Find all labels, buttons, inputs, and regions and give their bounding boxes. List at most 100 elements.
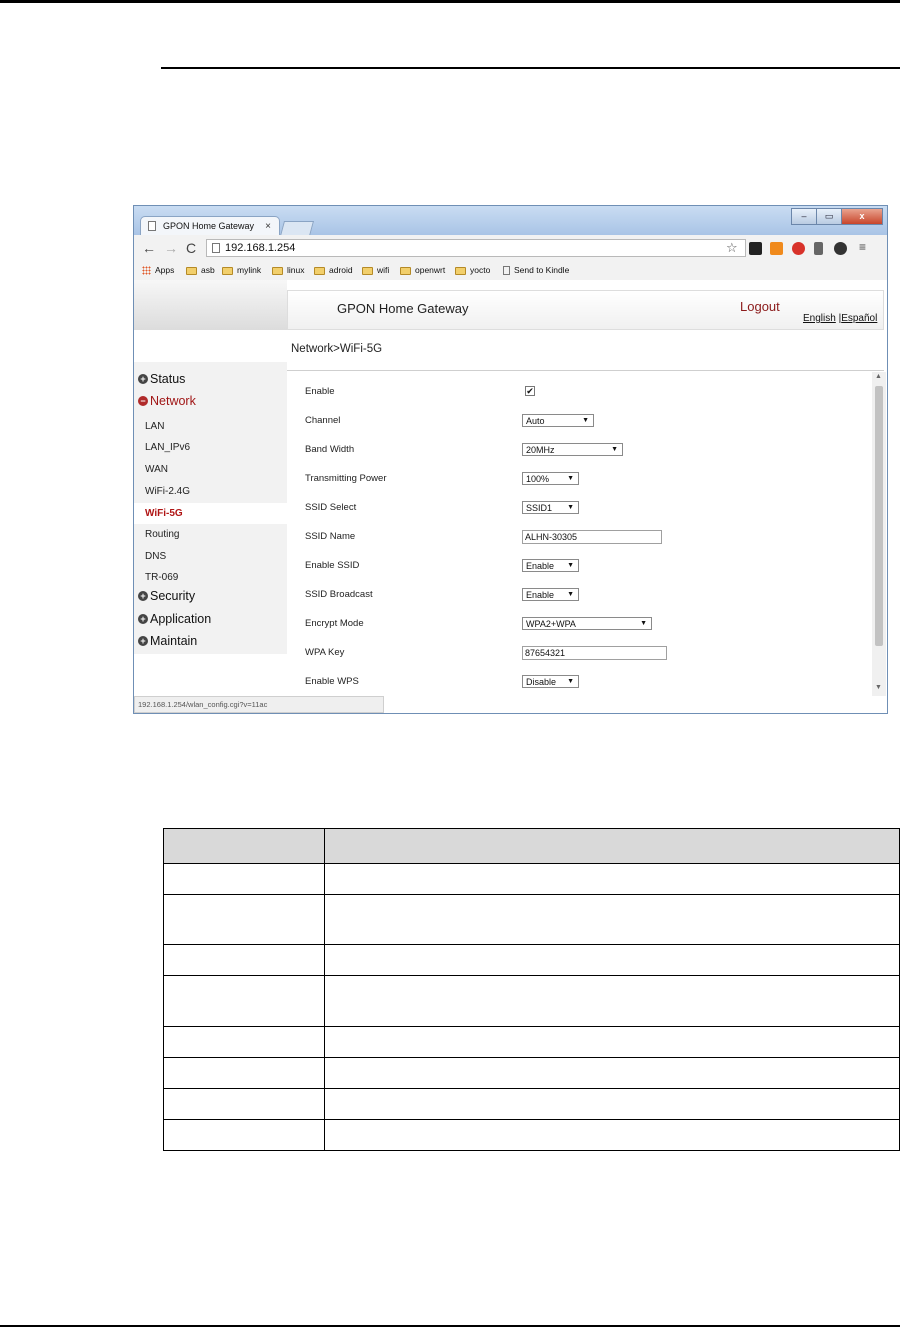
section-rule xyxy=(161,67,900,69)
sidebar-label: Security xyxy=(150,589,196,603)
sidebar-label: Status xyxy=(150,372,186,386)
bookmark-linux[interactable]: linux xyxy=(272,261,304,280)
sidebar-item-network[interactable]: − Network xyxy=(138,394,196,408)
sidebar: + Status − Network LAN LAN_IPv6 WAN WiFi-2… xyxy=(134,362,287,654)
scrollbar[interactable]: ▲ ▼ xyxy=(872,372,886,696)
form-row-ssid-name: SSID Name ALHN-30305 xyxy=(287,527,872,555)
minimize-button[interactable]: – xyxy=(791,208,817,225)
enable-wps-select[interactable]: Disable ▼ xyxy=(522,675,579,688)
close-window-button[interactable]: x xyxy=(841,208,883,225)
back-icon[interactable]: ← xyxy=(142,240,156,256)
menu-icon[interactable]: ≡ xyxy=(859,240,866,254)
extension-hand-icon[interactable] xyxy=(814,242,823,255)
sidebar-item-dns[interactable]: DNS xyxy=(145,551,166,562)
english-link[interactable]: English xyxy=(803,313,836,324)
bandwidth-select[interactable]: 20MHz ▼ xyxy=(522,443,623,456)
maximize-button[interactable]: ▭ xyxy=(816,208,842,225)
adblock-icon[interactable] xyxy=(792,242,805,255)
web-page: GPON Home Gateway Logout English |Españo… xyxy=(134,280,887,696)
sidebar-item-wan[interactable]: WAN xyxy=(145,464,168,475)
browser-status-bar: 192.168.1.254/wlan_config.cgi?v=11ac xyxy=(134,696,384,713)
dropdown-arrow-icon: ▼ xyxy=(567,678,574,685)
wifi-5g-form: Enable ✔ Channel Auto ▼ Band Width 20MHz ▼… xyxy=(287,372,872,696)
sidebar-item-lan-ipv6[interactable]: LAN_IPv6 xyxy=(145,442,190,453)
sidebar-item-application[interactable]: + Application xyxy=(138,612,211,626)
table-header-row xyxy=(163,828,900,864)
bookmark-label: openwrt xyxy=(415,265,446,275)
bookmark-openwrt[interactable]: openwrt xyxy=(400,261,445,280)
table-cell xyxy=(324,1088,900,1120)
logout-link[interactable]: Logout xyxy=(740,299,780,314)
enable-ssid-select[interactable]: Enable ▼ xyxy=(522,559,579,572)
browser-tab[interactable]: GPON Home Gateway × xyxy=(140,216,280,235)
table-cell xyxy=(324,975,900,1027)
forward-icon[interactable]: → xyxy=(164,240,178,256)
bookmark-star-icon[interactable]: ☆ xyxy=(726,240,738,256)
form-row-txpower: Transmitting Power 100% ▼ xyxy=(287,469,872,497)
page-icon xyxy=(503,266,510,275)
table-cell xyxy=(163,975,325,1027)
address-bar[interactable]: 192.168.1.254 xyxy=(206,239,746,257)
sidebar-item-tr069[interactable]: TR-069 xyxy=(145,572,178,583)
reload-icon[interactable]: C xyxy=(186,240,196,256)
sidebar-item-wifi-5g[interactable]: WiFi-5G xyxy=(134,503,287,524)
expand-icon: + xyxy=(138,591,148,601)
espanol-link[interactable]: Español xyxy=(841,313,877,324)
table-row xyxy=(163,1057,900,1089)
enable-ssid-label: Enable SSID xyxy=(305,560,360,571)
table-row xyxy=(163,975,900,1027)
bookmark-wifi[interactable]: wifi xyxy=(362,261,389,280)
ssid-broadcast-select[interactable]: Enable ▼ xyxy=(522,588,579,601)
table-cell xyxy=(163,863,325,895)
folder-icon xyxy=(186,266,197,275)
extension-icon[interactable] xyxy=(749,242,762,255)
sidebar-item-status[interactable]: + Status xyxy=(138,372,185,386)
encrypt-mode-select[interactable]: WPA2+WPA ▼ xyxy=(522,617,652,630)
scroll-thumb[interactable] xyxy=(875,386,883,646)
bookmark-adroid[interactable]: adroid xyxy=(314,261,353,280)
expand-icon: + xyxy=(138,636,148,646)
dropdown-arrow-icon: ▼ xyxy=(611,446,618,453)
rss-icon[interactable] xyxy=(770,242,783,255)
sidebar-label: Network xyxy=(150,394,196,408)
folder-icon xyxy=(272,266,283,275)
wpa-key-label: WPA Key xyxy=(305,647,345,658)
sidebar-item-lan[interactable]: LAN xyxy=(145,421,164,432)
extension-circle-icon[interactable] xyxy=(834,242,847,255)
bandwidth-label: Band Width xyxy=(305,444,355,455)
sidebar-item-maintain[interactable]: + Maintain xyxy=(138,634,197,648)
bookmark-send-to-kindle[interactable]: Send to Kindle xyxy=(503,261,569,280)
wpa-key-input[interactable]: 87654321 xyxy=(522,646,667,660)
window-controls: – ▭ x xyxy=(791,208,883,225)
new-tab-button[interactable] xyxy=(279,221,315,236)
ssid-broadcast-label: SSID Broadcast xyxy=(305,589,373,600)
scroll-down-icon[interactable]: ▼ xyxy=(875,684,882,691)
tab-close-icon[interactable]: × xyxy=(265,217,271,236)
table-cell xyxy=(163,944,325,976)
table-row xyxy=(163,1088,900,1120)
select-value: Enable xyxy=(526,561,555,571)
bookmark-label: mylink xyxy=(237,265,262,275)
bookmark-mylink[interactable]: mylink xyxy=(222,261,261,280)
bookmark-label: yocto xyxy=(470,265,491,275)
bookmark-asb[interactable]: asb xyxy=(186,261,215,280)
form-row-bandwidth: Band Width 20MHz ▼ xyxy=(287,440,872,468)
browser-window: GPON Home Gateway × – ▭ x ← → C 192.168.… xyxy=(133,205,888,714)
dropdown-arrow-icon: ▼ xyxy=(567,475,574,482)
table-row xyxy=(163,944,900,976)
select-value: Disable xyxy=(526,677,557,687)
sidebar-item-wifi-24g[interactable]: WiFi-2.4G xyxy=(145,486,190,497)
txpower-select[interactable]: 100% ▼ xyxy=(522,472,579,485)
sidebar-header xyxy=(134,280,287,330)
ssid-select[interactable]: SSID1 ▼ xyxy=(522,501,579,514)
bookmark-apps[interactable]: Apps xyxy=(142,261,174,280)
bookmark-yocto[interactable]: yocto xyxy=(455,261,490,280)
table-row xyxy=(163,894,900,945)
channel-select[interactable]: Auto ▼ xyxy=(522,414,594,427)
folder-icon xyxy=(400,266,411,275)
enable-checkbox[interactable]: ✔ xyxy=(525,386,535,396)
scroll-up-icon[interactable]: ▲ xyxy=(875,373,882,380)
sidebar-item-security[interactable]: + Security xyxy=(138,589,195,603)
sidebar-item-routing[interactable]: Routing xyxy=(145,529,179,540)
ssid-name-input[interactable]: ALHN-30305 xyxy=(522,530,662,544)
